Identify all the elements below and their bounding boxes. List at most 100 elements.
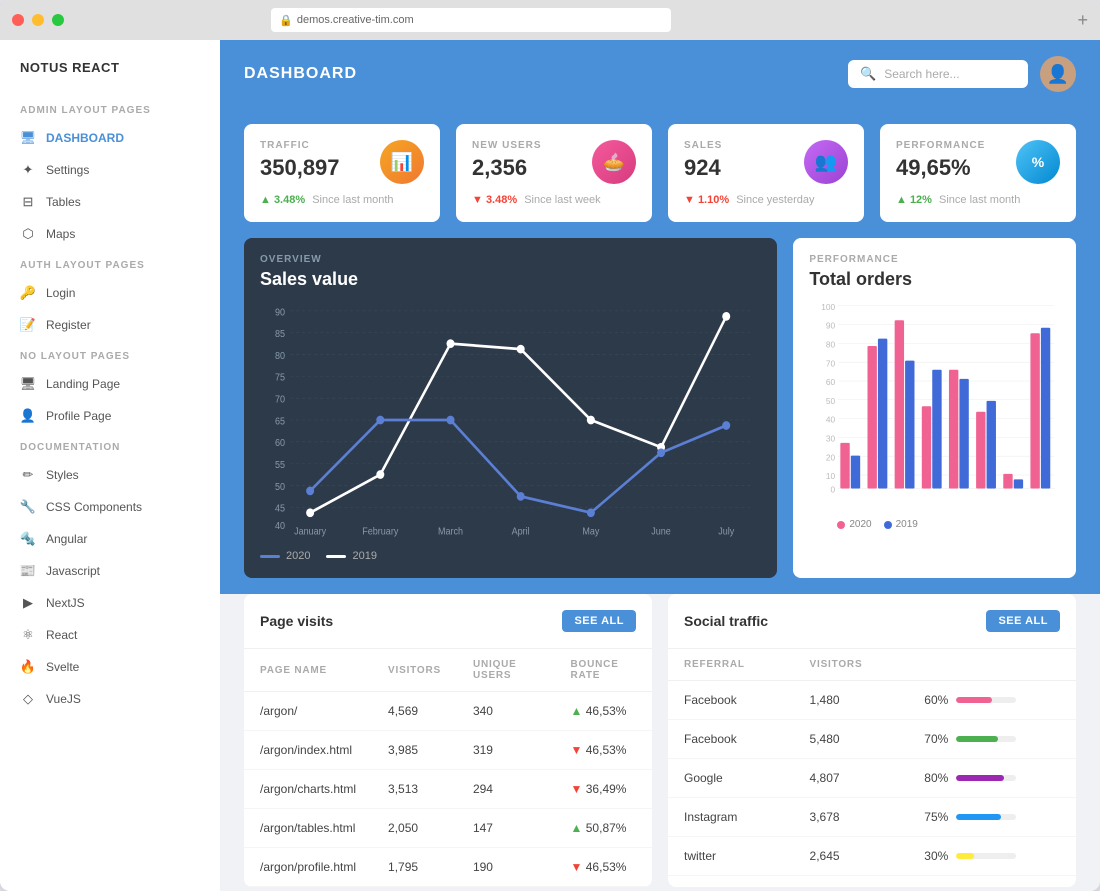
col-referral: REFERRAL xyxy=(668,649,794,681)
search-box[interactable]: 🔍 Search here... xyxy=(848,60,1028,88)
stat-card-performance: PERFORMANCE 49,65% % ▲ 12% Since last mo… xyxy=(880,124,1076,222)
sidebar-section-nolayout: NO LAYOUT PAGES xyxy=(0,341,220,368)
sidebar-item-landing[interactable]: 🖥 Landing Page xyxy=(0,368,220,400)
svg-text:February: February xyxy=(362,525,398,536)
social-traffic-see-all[interactable]: SEE ALL xyxy=(986,610,1060,632)
chart-section-label: OVERVIEW xyxy=(260,254,761,265)
svg-text:April: April xyxy=(512,525,530,536)
table-row: Facebook 1,480 60% xyxy=(668,681,1076,720)
sidebar-section-admin: ADMIN LAYOUT PAGES xyxy=(0,95,220,122)
table-body: /argon/ 4,569 340 ▲ 46,53% /argon/index.… xyxy=(244,692,652,887)
chart-section-label: PERFORMANCE xyxy=(809,254,1060,265)
stat-text: NEW USERS 2,356 xyxy=(472,140,542,181)
bar-dot-pink xyxy=(837,521,845,529)
cell-referral: Instagram xyxy=(668,798,794,837)
bar-legend-label: 2020 xyxy=(849,519,871,530)
stat-icon-sales: 👥 xyxy=(804,140,848,184)
svg-text:65: 65 xyxy=(275,415,285,426)
sidebar-item-vuejs[interactable]: ◇ VueJS xyxy=(0,683,220,715)
minimize-button[interactable] xyxy=(32,14,44,26)
sidebar-item-label: Settings xyxy=(46,163,89,177)
legend-label-2020: 2020 xyxy=(286,550,310,562)
new-tab-button[interactable]: + xyxy=(1077,10,1088,31)
cell-visitors: 1,480 xyxy=(794,681,909,720)
progress-fill xyxy=(956,775,1004,781)
sidebar-item-tables[interactable]: ⊟ Tables xyxy=(0,186,220,218)
sidebar-item-label: Angular xyxy=(46,532,87,546)
sidebar-item-label: NextJS xyxy=(46,596,85,610)
chart-title: Total orders xyxy=(809,269,1060,290)
sidebar-item-label: Styles xyxy=(46,468,79,482)
stat-icon-performance: % xyxy=(1016,140,1060,184)
stat-header: PERFORMANCE 49,65% % xyxy=(896,140,1060,184)
stat-header: TRAFFIC 350,897 📊 xyxy=(260,140,424,184)
page-visits-see-all[interactable]: SEE ALL xyxy=(562,610,636,632)
cell-bounce: ▼ 36,49% xyxy=(555,770,652,809)
svg-text:40: 40 xyxy=(275,520,285,531)
js-icon: 📰 xyxy=(20,563,36,579)
sidebar-item-css[interactable]: 🔧 CSS Components xyxy=(0,491,220,523)
browser-toolbar: 🔒 demos.creative-tim.com + xyxy=(0,0,1100,40)
cell-unique: 190 xyxy=(457,848,555,887)
sidebar-item-label: CSS Components xyxy=(46,500,142,514)
table-row: /argon/ 4,569 340 ▲ 46,53% xyxy=(244,692,652,731)
close-button[interactable] xyxy=(12,14,24,26)
sidebar-item-maps[interactable]: ⬡ Maps xyxy=(0,218,220,250)
sidebar-item-login[interactable]: 🔑 Login xyxy=(0,277,220,309)
legend-label-2019: 2019 xyxy=(352,550,376,562)
css-icon: 🔧 xyxy=(20,499,36,515)
cell-page: /argon/index.html xyxy=(244,731,372,770)
brand-logo: NOTUS REACT xyxy=(0,60,220,95)
svg-text:40: 40 xyxy=(826,415,836,425)
svg-text:July: July xyxy=(718,525,734,536)
sidebar-item-nextjs[interactable]: ▶ NextJS xyxy=(0,587,220,619)
sidebar-item-label: Profile Page xyxy=(46,409,111,423)
cell-referral: twitter xyxy=(668,837,794,876)
svg-text:March: March xyxy=(438,525,463,536)
app-container: NOTUS REACT ADMIN LAYOUT PAGES 🖥 DASHBOA… xyxy=(0,40,1100,891)
stat-value: 924 xyxy=(684,155,722,181)
profile-icon: 👤 xyxy=(20,408,36,424)
vue-icon: ◇ xyxy=(20,691,36,707)
sidebar-item-angular[interactable]: 🔩 Angular xyxy=(0,523,220,555)
cell-progress: 70% xyxy=(908,720,1076,759)
bar-chart: 100 90 80 70 60 50 40 30 20 10 0 xyxy=(809,300,1060,530)
page-visits-title: Page visits xyxy=(260,613,333,629)
sidebar-item-dashboard[interactable]: 🖥 DASHBOARD xyxy=(0,122,220,154)
stat-change: ▲ 3.48% xyxy=(260,194,305,206)
page-title: DASHBOARD xyxy=(244,65,357,83)
stat-card-traffic: TRAFFIC 350,897 📊 ▲ 3.48% Since last mon… xyxy=(244,124,440,222)
social-traffic-card: Social traffic SEE ALL REFERRAL VISITORS xyxy=(668,594,1076,887)
stat-value: 350,897 xyxy=(260,155,340,181)
chart-title: Sales value xyxy=(260,269,761,290)
stat-header: NEW USERS 2,356 🥧 xyxy=(472,140,636,184)
sidebar-item-javascript[interactable]: 📰 Javascript xyxy=(0,555,220,587)
sidebar-item-register[interactable]: 📝 Register xyxy=(0,309,220,341)
react-icon: ⚛ xyxy=(20,627,36,643)
table-header: REFERRAL VISITORS xyxy=(668,649,1076,681)
progress-fill xyxy=(956,697,992,703)
sidebar-item-label: Landing Page xyxy=(46,377,120,391)
sidebar-item-profile[interactable]: 👤 Profile Page xyxy=(0,400,220,432)
cell-visitors: 5,480 xyxy=(794,720,909,759)
sidebar-item-label: VueJS xyxy=(46,692,81,706)
page-visits-table: PAGE NAME VISITORS UNIQUE USERS BOUNCE R… xyxy=(244,649,652,887)
svg-text:10: 10 xyxy=(826,471,836,481)
sidebar-item-settings[interactable]: ✦ Settings xyxy=(0,154,220,186)
cell-visitors: 2,050 xyxy=(372,809,457,848)
line-chart-svg: 90 85 80 75 70 65 60 55 50 45 40 xyxy=(260,300,761,540)
stat-icon-traffic: 📊 xyxy=(380,140,424,184)
pct-label: 60% xyxy=(924,693,948,707)
sidebar-item-styles[interactable]: ✏ Styles xyxy=(0,459,220,491)
cell-page: /argon/profile.html xyxy=(244,848,372,887)
sidebar-item-label: Tables xyxy=(46,195,81,209)
sidebar-item-react[interactable]: ⚛ React xyxy=(0,619,220,651)
legend-2019: 2019 xyxy=(326,550,376,562)
url-bar[interactable]: 🔒 demos.creative-tim.com xyxy=(271,8,671,32)
stat-label: SALES xyxy=(684,140,722,151)
pct-label: 80% xyxy=(924,771,948,785)
sidebar-item-svelte[interactable]: 🔥 Svelte xyxy=(0,651,220,683)
maximize-button[interactable] xyxy=(52,14,64,26)
cell-page: /argon/ xyxy=(244,692,372,731)
stat-value: 2,356 xyxy=(472,155,542,181)
